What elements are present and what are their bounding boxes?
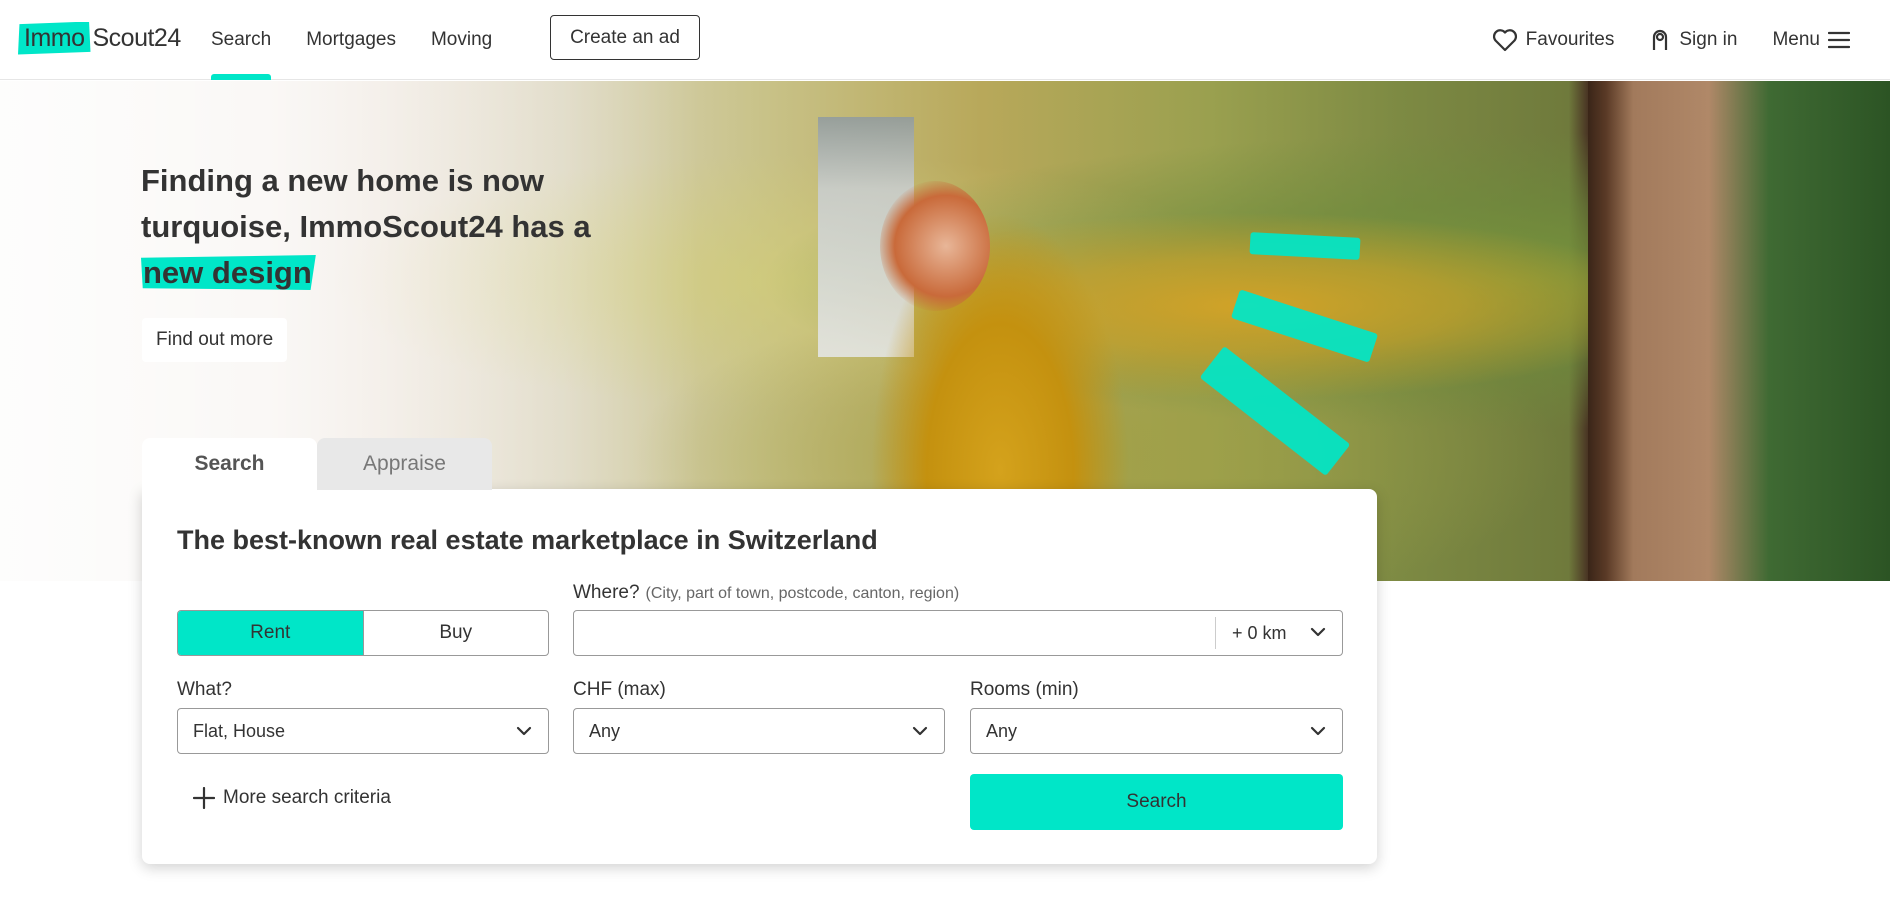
hero-headline: Finding a new home is now turquoise, Imm… <box>141 158 661 296</box>
hamburger-icon <box>1828 31 1850 49</box>
radius-dropdown[interactable]: + 0 km <box>1215 617 1342 649</box>
where-field: + 0 km <box>573 610 1343 656</box>
main-nav: Search Mortgages Moving <box>211 0 527 80</box>
user-nav: Favourites Sign in Menu <box>1457 0 1850 80</box>
site-header: Immo Scout24 Search Mortgages Moving Cre… <box>0 0 1890 80</box>
price-select[interactable]: Any <box>573 708 945 754</box>
what-label: What? <box>177 679 232 700</box>
property-type-select[interactable]: Flat, House <box>177 708 549 754</box>
rent-buy-toggle: Rent Buy <box>177 610 549 656</box>
chevron-down-icon <box>912 726 928 736</box>
rooms-value: Any <box>986 720 1018 741</box>
radius-value: + 0 km <box>1232 622 1287 643</box>
search-panel: The best-known real estate marketplace i… <box>142 489 1377 864</box>
nav-search[interactable]: Search <box>211 0 272 80</box>
menu-button[interactable]: Menu <box>1772 29 1850 51</box>
hero-photo-head <box>880 181 990 311</box>
where-label-text: Where? <box>573 582 640 603</box>
location-input[interactable] <box>574 611 1212 655</box>
price-value: Any <box>589 720 621 741</box>
search-submit-button[interactable]: Search <box>970 774 1343 830</box>
search-tabs: Search Appraise <box>142 438 492 490</box>
hero-headline-line2: turquoise, ImmoScout24 has a <box>141 209 591 244</box>
more-search-criteria-label: More search criteria <box>223 787 391 808</box>
menu-label: Menu <box>1772 29 1820 50</box>
hero-headline-highlight: new design <box>141 255 316 290</box>
buy-option[interactable]: Buy <box>362 611 549 655</box>
hero-photo-window <box>1588 81 1890 581</box>
sign-in-link[interactable]: Sign in <box>1649 28 1737 52</box>
user-icon <box>1653 29 1668 50</box>
rooms-select[interactable]: Any <box>970 708 1343 754</box>
more-search-criteria-button[interactable]: More search criteria <box>193 787 391 809</box>
tab-appraise[interactable]: Appraise <box>317 438 492 490</box>
favourites-label: Favourites <box>1525 29 1615 50</box>
plus-icon <box>193 787 215 809</box>
price-label: CHF (max) <box>573 679 666 700</box>
nav-moving[interactable]: Moving <box>431 0 492 80</box>
property-type-value: Flat, House <box>193 720 286 741</box>
chevron-down-icon <box>1310 627 1326 637</box>
create-ad-button[interactable]: Create an ad <box>550 15 700 60</box>
chevron-down-icon <box>516 726 532 736</box>
chevron-down-icon <box>1310 726 1326 736</box>
immoscout24-logo[interactable]: Immo Scout24 <box>18 20 181 56</box>
where-hint: (City, part of town, postcode, canton, r… <box>645 585 960 602</box>
hero-headline-line1: Finding a new home is now <box>141 163 545 198</box>
hero-brush-stroke-2 <box>1230 289 1379 363</box>
where-label: Where? (City, part of town, postcode, can… <box>573 582 959 604</box>
search-panel-title: The best-known real estate marketplace i… <box>177 525 878 555</box>
rooms-label: Rooms (min) <box>970 679 1079 700</box>
heart-icon <box>1492 29 1517 52</box>
logo-immo-text: Immo <box>18 21 91 55</box>
sign-in-label: Sign in <box>1679 29 1738 50</box>
rent-option[interactable]: Rent <box>178 611 363 655</box>
tab-search[interactable]: Search <box>142 438 317 490</box>
logo-scout-text: Scout24 <box>92 23 182 52</box>
favourites-link[interactable]: Favourites <box>1492 28 1615 52</box>
nav-mortgages[interactable]: Mortgages <box>306 0 396 80</box>
find-out-more-button[interactable]: Find out more <box>142 318 288 362</box>
hero-brush-stroke-3 <box>1199 345 1351 477</box>
hero-brush-stroke-1 <box>1249 232 1361 260</box>
